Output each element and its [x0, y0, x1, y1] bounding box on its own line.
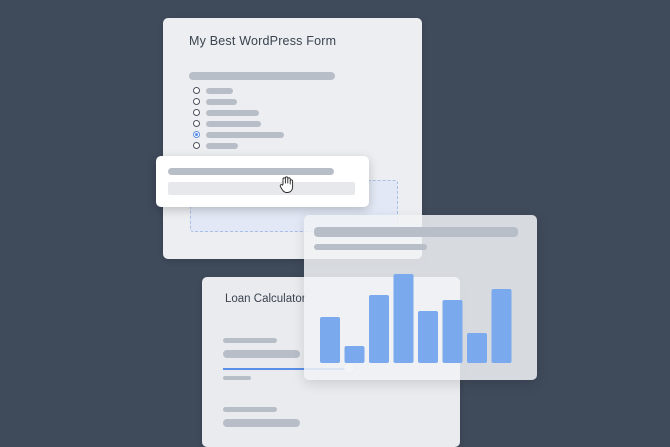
radio-label-placeholder: [206, 143, 238, 149]
chart-bar: [467, 333, 487, 363]
chart-bar: [393, 274, 414, 363]
field-hint-placeholder: [223, 376, 251, 380]
field-value-placeholder: [223, 350, 300, 358]
radio-option-5-selected[interactable]: [193, 131, 200, 138]
bar-chart: [320, 274, 512, 363]
loan-calculator-title: Loan Calculator: [225, 293, 306, 305]
text-input-placeholder[interactable]: [168, 182, 355, 195]
form-title: My Best WordPress Form: [189, 34, 337, 48]
field-label-placeholder: [223, 338, 277, 343]
chart-bar: [442, 300, 463, 363]
radio-label-placeholder: [206, 88, 233, 94]
radio-label-placeholder: [206, 132, 284, 138]
field-label-placeholder: [168, 168, 334, 175]
radio-label-placeholder: [206, 121, 261, 127]
radio-label-placeholder: [206, 99, 237, 105]
field-label-placeholder: [189, 72, 335, 80]
radio-option-1[interactable]: [193, 87, 200, 94]
dragged-field-card[interactable]: [156, 156, 369, 207]
radio-option-6[interactable]: [193, 142, 200, 149]
field-label-placeholder: [223, 407, 277, 412]
chart-bar: [418, 311, 438, 363]
radio-option-3[interactable]: [193, 109, 200, 116]
chart-bar: [320, 317, 340, 363]
chart-bar: [491, 289, 512, 363]
field-value-placeholder: [223, 419, 300, 427]
grab-hand-icon: [279, 176, 294, 193]
chart-card: [304, 215, 537, 380]
chart-bar: [344, 346, 365, 363]
chart-bar: [369, 295, 389, 363]
radio-option-4[interactable]: [193, 120, 200, 127]
radio-option-2[interactable]: [193, 98, 200, 105]
radio-label-placeholder: [206, 110, 259, 116]
